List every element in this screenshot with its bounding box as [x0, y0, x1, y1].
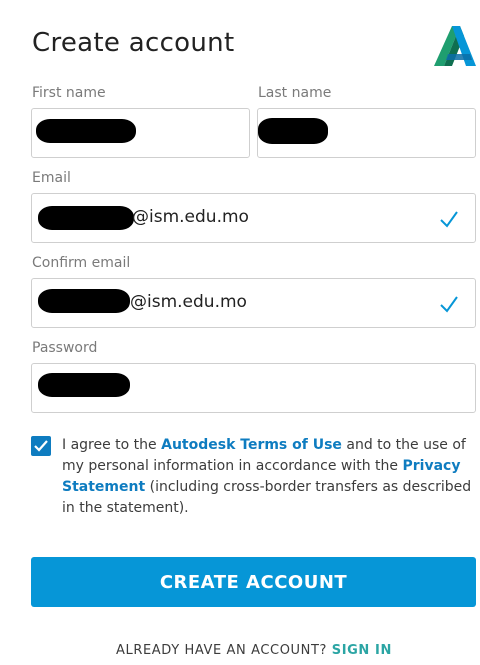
- confirm-email-label: Confirm email: [32, 255, 131, 271]
- confirm-email-field[interactable]: @ism.edu.mo: [31, 278, 476, 328]
- email-label: Email: [32, 170, 71, 186]
- redaction: [38, 373, 130, 397]
- email-value: @ism.edu.mo: [132, 207, 249, 227]
- autodesk-logo-icon: [432, 24, 478, 68]
- redaction: [36, 119, 136, 143]
- page-title: Create account: [32, 28, 235, 58]
- terms-of-use-link[interactable]: Autodesk Terms of Use: [161, 437, 342, 453]
- sign-in-prompt: ALREADY HAVE AN ACCOUNT? SIGN IN: [0, 643, 480, 658]
- last-name-label: Last name: [258, 85, 332, 101]
- first-name-field[interactable]: [31, 108, 250, 158]
- redaction: [38, 289, 130, 313]
- terms-checkbox[interactable]: [31, 436, 51, 456]
- redaction: [38, 206, 134, 230]
- checkmark-icon: [34, 440, 48, 452]
- create-account-button[interactable]: CREATE ACCOUNT: [31, 557, 476, 607]
- email-field[interactable]: @ism.edu.mo: [31, 193, 476, 243]
- terms-consent-text: I agree to the Autodesk Terms of Use and…: [62, 435, 480, 519]
- checkmark-icon: [439, 294, 459, 314]
- account-prompt-text: ALREADY HAVE AN ACCOUNT?: [116, 643, 332, 658]
- password-field[interactable]: [31, 363, 476, 413]
- first-name-label: First name: [32, 85, 106, 101]
- confirm-email-value: @ism.edu.mo: [130, 292, 247, 312]
- consent-text: I agree to the: [62, 437, 162, 453]
- last-name-field[interactable]: [257, 108, 476, 158]
- password-label: Password: [32, 340, 98, 356]
- checkmark-icon: [439, 209, 459, 229]
- redaction: [258, 118, 328, 144]
- sign-in-link[interactable]: SIGN IN: [332, 643, 392, 658]
